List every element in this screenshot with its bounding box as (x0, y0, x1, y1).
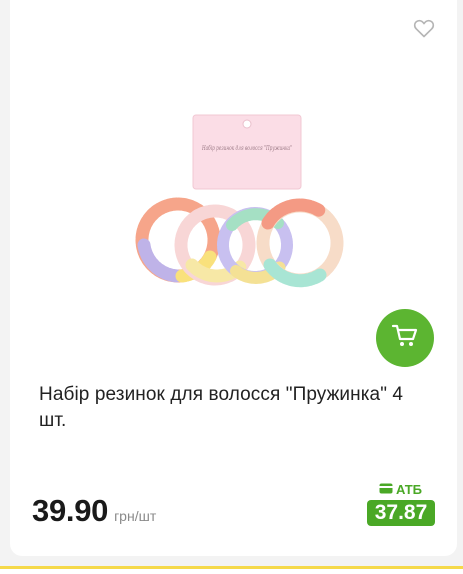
product-title[interactable]: Набір резинок для волосся "Пружинка" 4 ш… (39, 382, 434, 434)
package-text: Набір резинок для волосся "Пружинка" (201, 145, 292, 152)
card-icon (379, 482, 393, 497)
shopping-cart-icon (391, 323, 419, 354)
product-image[interactable]: Набір резинок для волосся "Пружинка" (120, 105, 355, 305)
add-to-cart-button[interactable] (376, 309, 434, 367)
atb-card-label: АТБ (379, 482, 422, 497)
product-card[interactable]: Набір резинок для волосся "Пружинка" Наб… (10, 0, 457, 556)
heart-outline-icon[interactable] (412, 16, 436, 40)
price-block: 39.90 грн/шт (32, 493, 156, 529)
next-card-edge (0, 566, 463, 574)
atb-label-text: АТБ (396, 482, 423, 497)
regular-price: 39.90 (32, 493, 109, 528)
price-unit: грн/шт (114, 508, 157, 524)
atb-card-price: 37.87 (367, 500, 435, 526)
